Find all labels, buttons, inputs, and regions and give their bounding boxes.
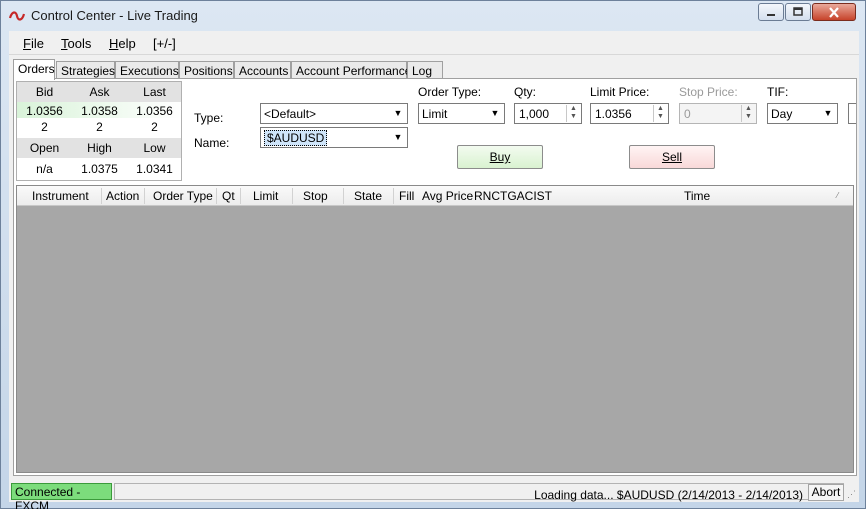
order-type-dropdown[interactable]: Limit ▼ — [418, 103, 505, 124]
bid-price: 1.0356 — [26, 104, 63, 118]
orders-tab-panel: Bid Ask Last 1.0356 1.0358 1.0356 2 2 2 … — [13, 78, 857, 476]
maximize-button[interactable] — [785, 3, 811, 21]
qty-value: 1,000 — [519, 107, 550, 121]
type-label: Type: — [194, 111, 224, 125]
minimize-icon — [767, 14, 775, 16]
menu-file[interactable]: File — [23, 36, 44, 51]
stop-price-value: 0 — [684, 107, 691, 121]
tab-account-performance[interactable]: Account Performance — [291, 61, 411, 79]
order-type-value: Limit — [422, 107, 448, 121]
spin-arrows-icon[interactable]: ▲ ▼ — [566, 105, 580, 122]
limit-price-spinner[interactable]: 1.0356 ▲ ▼ — [590, 103, 669, 124]
name-label: Name: — [194, 136, 230, 150]
tif-label: TIF: — [767, 85, 789, 99]
qty-label: Qty: — [514, 85, 537, 99]
order-entry-panel: Type: <Default> ▼ Name: $AUDUSD ▼ Order … — [186, 81, 856, 181]
grid-header: Instrument Action Order Type Qt Limit St… — [17, 186, 853, 206]
menu-help[interactable]: Help — [109, 36, 136, 51]
qty-spinner[interactable]: 1,000 ▲ ▼ — [514, 103, 582, 124]
status-panel: Loading data... $AUDUSD (2/14/2013 - 2/1… — [114, 483, 844, 502]
window-title: Control Center - Live Trading — [31, 8, 198, 23]
abort-button[interactable]: Abort — [808, 484, 844, 501]
close-button[interactable] — [812, 3, 856, 21]
quote-header-row: Bid Ask Last — [17, 82, 181, 102]
high-value: 1.0375 — [81, 162, 118, 176]
status-bar: Connected - FXCM Loading data... $AUDUSD… — [9, 481, 859, 509]
resize-grip-icon[interactable]: ⋰ — [847, 489, 857, 499]
menu-toggle[interactable]: [+/-] — [153, 36, 176, 51]
limit-price-label: Limit Price: — [590, 85, 650, 99]
col-stop[interactable]: Stop — [303, 189, 328, 203]
ask-price: 1.0358 — [81, 104, 118, 118]
spin-arrows-icon: ▲ ▼ — [741, 105, 755, 122]
name-value: $AUDUSD — [264, 130, 328, 146]
app-logo-icon — [9, 11, 25, 21]
client-area: File Tools Help [+/-] Orders Strategies … — [9, 31, 859, 509]
col-rnctgacist[interactable]: RNCTGACIST — [474, 189, 552, 203]
order-type-label: Order Type: — [418, 85, 482, 99]
tab-positions[interactable]: Positions — [179, 61, 234, 79]
title-bar[interactable]: Control Center - Live Trading — [1, 1, 865, 31]
connection-status: Connected - FXCM — [11, 483, 112, 509]
last-size: 2 — [151, 120, 158, 134]
menu-bar: File Tools Help [+/-] — [9, 31, 859, 55]
open-value: n/a — [36, 162, 53, 176]
col-qty[interactable]: Qt — [222, 189, 235, 203]
bid-header: Bid — [35, 85, 54, 99]
col-avg-price[interactable]: Avg Price — [422, 189, 473, 203]
buy-button[interactable]: Buy — [457, 145, 543, 169]
spin-arrows-icon[interactable]: ▲ ▼ — [653, 105, 667, 122]
loading-message: Loading data... $AUDUSD (2/14/2013 - 2/1… — [534, 488, 803, 502]
clipped-field[interactable] — [848, 103, 856, 124]
col-limit[interactable]: Limit — [253, 189, 278, 203]
tab-orders[interactable]: Orders — [13, 59, 55, 80]
dropdown-arrow-icon: ▼ — [490, 108, 500, 118]
bid-size: 2 — [41, 120, 48, 134]
tif-value: Day — [771, 107, 793, 121]
col-time[interactable]: Time — [684, 189, 710, 203]
last-header: Last — [143, 85, 166, 99]
name-dropdown[interactable]: $AUDUSD ▼ — [260, 127, 408, 148]
tab-executions[interactable]: Executions — [115, 61, 179, 79]
orders-grid: Instrument Action Order Type Qt Limit St… — [16, 185, 854, 473]
dropdown-arrow-icon: ▼ — [393, 132, 403, 142]
col-fill[interactable]: Fill — [399, 189, 414, 203]
close-icon — [829, 6, 839, 18]
sell-button[interactable]: Sell — [629, 145, 715, 169]
tab-strategies[interactable]: Strategies — [56, 61, 115, 79]
dropdown-arrow-icon: ▼ — [823, 108, 833, 118]
last-price: 1.0356 — [136, 104, 173, 118]
minimize-button[interactable] — [758, 3, 784, 21]
menu-tools[interactable]: Tools — [61, 36, 91, 51]
stop-price-label: Stop Price: — [679, 85, 738, 99]
maximize-icon — [793, 7, 803, 16]
type-value: <Default> — [264, 107, 317, 121]
ask-header: Ask — [89, 85, 110, 99]
col-instrument[interactable]: Instrument — [32, 189, 89, 203]
dropdown-arrow-icon: ▼ — [393, 108, 403, 118]
stop-price-spinner: 0 ▲ ▼ — [679, 103, 757, 124]
tif-dropdown[interactable]: Day ▼ — [767, 103, 838, 124]
open-header: Open — [29, 141, 60, 155]
low-header: Low — [143, 141, 166, 155]
low-value: 1.0341 — [136, 162, 173, 176]
limit-price-value: 1.0356 — [595, 107, 632, 121]
col-state[interactable]: State — [354, 189, 382, 203]
quote-panel: Bid Ask Last 1.0356 1.0358 1.0356 2 2 2 … — [16, 81, 182, 181]
ask-size: 2 — [96, 120, 103, 134]
col-order-type[interactable]: Order Type — [153, 189, 213, 203]
app-window: Control Center - Live Trading File Tools… — [0, 0, 866, 509]
col-action[interactable]: Action — [106, 189, 139, 203]
quote-header-row-2: Open High Low — [17, 138, 181, 158]
tab-log[interactable]: Log — [407, 61, 443, 79]
sort-indicator-icon: ⁄ — [837, 191, 839, 200]
tab-accounts[interactable]: Accounts — [234, 61, 291, 79]
high-header: High — [87, 141, 112, 155]
type-dropdown[interactable]: <Default> ▼ — [260, 103, 408, 124]
